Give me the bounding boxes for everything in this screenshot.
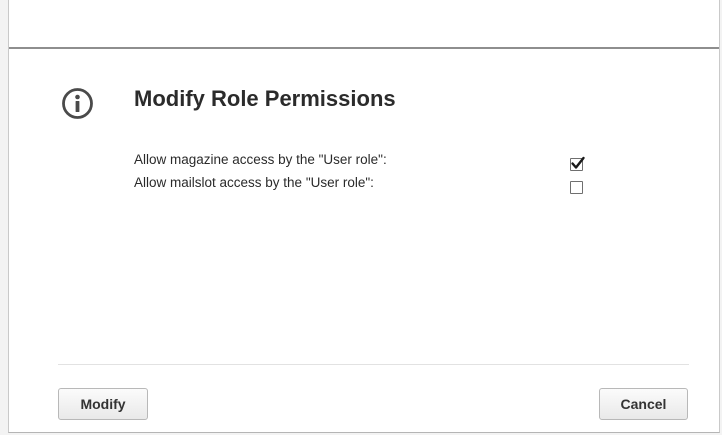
mailslot-access-label: Allow mailslot access by the "User role"… bbox=[134, 175, 374, 190]
modify-button[interactable]: Modify bbox=[58, 388, 148, 420]
dialog-header bbox=[9, 0, 719, 49]
modify-role-permissions-dialog: Modify Role Permissions Allow magazine a… bbox=[8, 0, 720, 433]
magazine-access-checkbox[interactable] bbox=[570, 156, 585, 171]
checkmark-icon bbox=[571, 156, 585, 169]
cancel-button[interactable]: Cancel bbox=[599, 388, 688, 420]
footer-divider bbox=[58, 364, 689, 365]
dialog-title: Modify Role Permissions bbox=[134, 86, 396, 111]
info-icon bbox=[61, 87, 94, 120]
mailslot-access-checkbox[interactable] bbox=[570, 181, 583, 194]
page: Modify Role Permissions Allow magazine a… bbox=[0, 0, 722, 435]
magazine-access-label: Allow magazine access by the "User role"… bbox=[134, 152, 387, 167]
